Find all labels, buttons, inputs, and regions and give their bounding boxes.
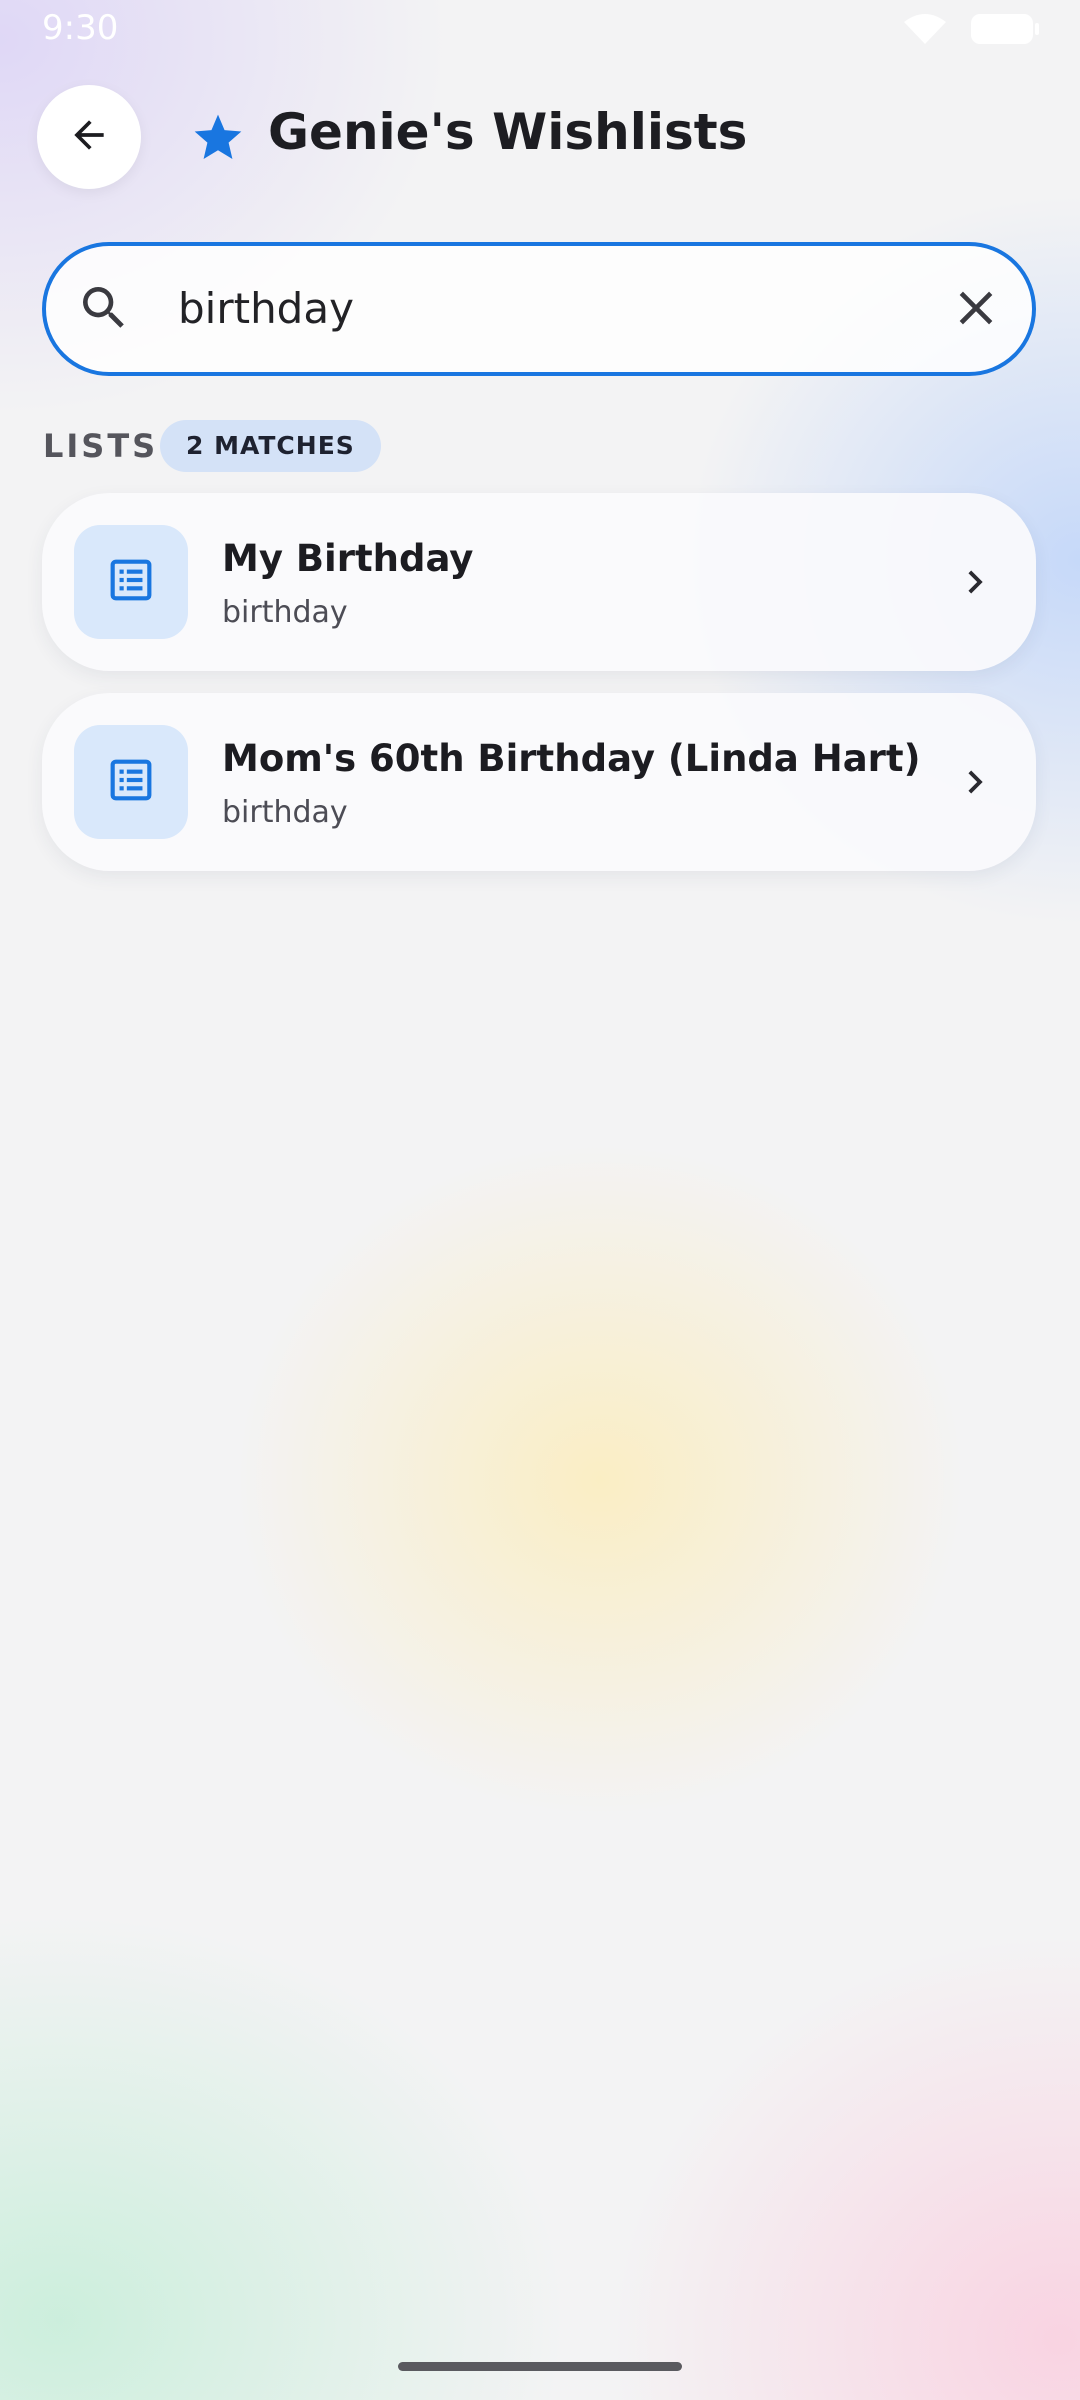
list-item-subtitle: birthday [222, 595, 348, 630]
list-icon [106, 755, 156, 809]
close-icon [948, 280, 1004, 340]
status-time: 9:30 [42, 8, 119, 48]
search-icon [76, 280, 132, 336]
status-bar: 9:30 [0, 0, 1080, 60]
battery-icon [970, 12, 1040, 50]
page-title: Genie's Wishlists [268, 103, 748, 161]
list-icon-tile [74, 525, 188, 639]
search-input[interactable] [178, 276, 918, 340]
list-item[interactable]: My Birthday birthday [42, 493, 1036, 671]
star-icon [190, 110, 246, 166]
list-icon-tile [74, 725, 188, 839]
home-indicator[interactable] [398, 2362, 682, 2371]
section-label: LISTS [43, 427, 159, 465]
back-button[interactable] [37, 85, 141, 189]
list-item-subtitle: birthday [222, 795, 348, 830]
chevron-right-icon [952, 559, 998, 605]
chevron-right-icon [952, 759, 998, 805]
list-item[interactable]: Mom's 60th Birthday (Linda Hart) birthda… [42, 693, 1036, 871]
matches-badge: 2 MATCHES [160, 420, 381, 472]
list-item-title: My Birthday [222, 537, 474, 580]
status-icons [902, 12, 1040, 50]
clear-search-button[interactable] [946, 280, 1006, 340]
list-icon [106, 555, 156, 609]
wifi-icon [902, 12, 948, 50]
list-item-title: Mom's 60th Birthday (Linda Hart) [222, 737, 921, 780]
arrow-left-icon [67, 113, 111, 161]
